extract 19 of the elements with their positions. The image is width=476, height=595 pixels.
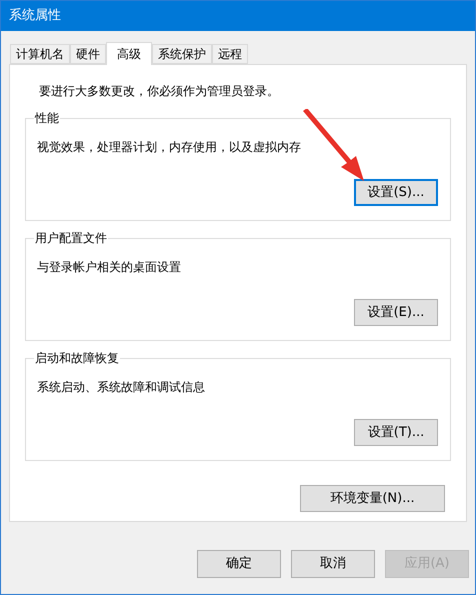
- group-description: 与登录帐户相关的桌面设置: [37, 259, 182, 276]
- settings-button[interactable]: 设置(E)...: [354, 299, 438, 326]
- dialog-button[interactable]: 取消: [291, 550, 375, 578]
- tab[interactable]: 系统保护: [152, 44, 212, 64]
- group-title: 性能: [34, 110, 60, 126]
- admin-notice: 要进行大多数更改，你必须作为管理员登录。: [39, 83, 280, 100]
- tab[interactable]: 硬件: [70, 44, 106, 64]
- group-description: 视觉效果，处理器计划，内存使用，以及虚拟内存: [37, 139, 302, 156]
- group-title: 用户配置文件: [34, 230, 108, 246]
- tab[interactable]: 计算机名: [10, 44, 70, 64]
- group-description: 系统启动、系统故障和调试信息: [37, 379, 206, 396]
- group-title: 启动和故障恢复: [34, 350, 120, 366]
- settings-button[interactable]: 设置(S)...: [354, 179, 438, 206]
- settings-button[interactable]: 设置(T)...: [354, 419, 438, 446]
- tab[interactable]: 高级: [106, 42, 152, 65]
- tab[interactable]: 远程: [212, 44, 248, 64]
- window-title: 系统属性: [9, 7, 61, 26]
- environment-variables-button[interactable]: 环境变量(N)...: [300, 485, 445, 512]
- dialog-button[interactable]: 确定: [197, 550, 281, 578]
